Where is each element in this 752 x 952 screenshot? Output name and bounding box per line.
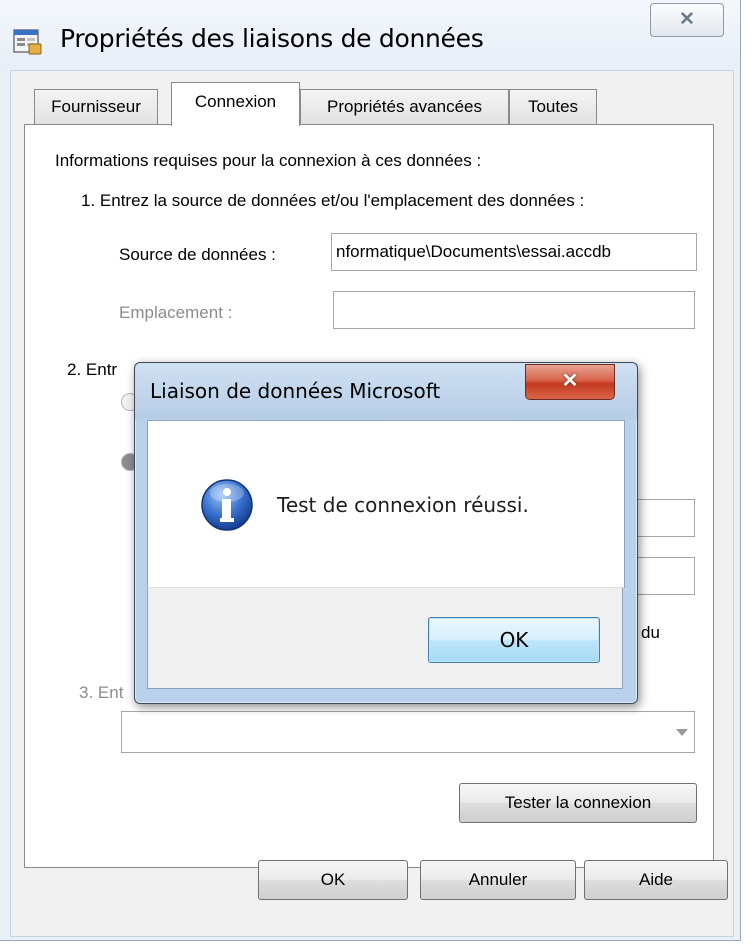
title-bar[interactable]: Propriétés des liaisons de données ✕ [0,0,740,70]
source-field[interactable]: nformatique\Documents\essai.accdb [331,233,697,271]
message-ok-button[interactable]: OK [428,617,600,663]
help-button[interactable]: Aide [584,860,728,900]
step3-label: 3. Ent [79,683,124,702]
tab-connexion[interactable]: Connexion [171,82,300,126]
location-field[interactable] [333,291,695,329]
window-close-button[interactable]: ✕ [650,3,724,37]
intro-label: Informations requises pour la connexion … [55,151,482,170]
chevron-down-icon [676,729,688,736]
location-label: Emplacement : [119,303,233,322]
message-box-footer: OK [147,587,623,689]
data-link-properties-icon [13,29,42,55]
message-box-title: Liaison de données Microsoft [150,379,441,403]
tab-toutes[interactable]: Toutes [509,89,597,124]
window-title: Propriétés des liaisons de données [60,24,484,53]
source-label: Source de données : [119,245,276,264]
tab-proprietes-avancees[interactable]: Propriétés avancées [300,89,509,124]
blank-password-trailing-text: du [641,623,660,642]
message-box-body: Test de connexion réussi. [147,420,625,588]
message-box-close-button[interactable]: ✕ [525,364,615,400]
data-link-properties-window: Propriétés des liaisons de données ✕ Fou… [0,0,752,952]
cancel-button[interactable]: Annuler [420,860,576,900]
close-icon: ✕ [561,370,579,392]
test-connection-button[interactable]: Tester la connexion [459,783,697,823]
message-text: Test de connexion réussi. [277,493,529,517]
step1-label: 1. Entrez la source de données et/ou l'e… [81,191,585,210]
tab-fournisseur[interactable]: Fournisseur [34,89,158,124]
message-box: Liaison de données Microsoft ✕ Test de c… [134,362,638,704]
close-icon: ✕ [679,9,695,30]
info-icon [201,479,253,531]
step2-label: 2. Entr [67,360,118,379]
initial-catalog-combo[interactable] [121,711,695,753]
ok-button[interactable]: OK [258,860,408,900]
message-box-title-bar[interactable]: Liaison de données Microsoft ✕ [135,363,637,419]
